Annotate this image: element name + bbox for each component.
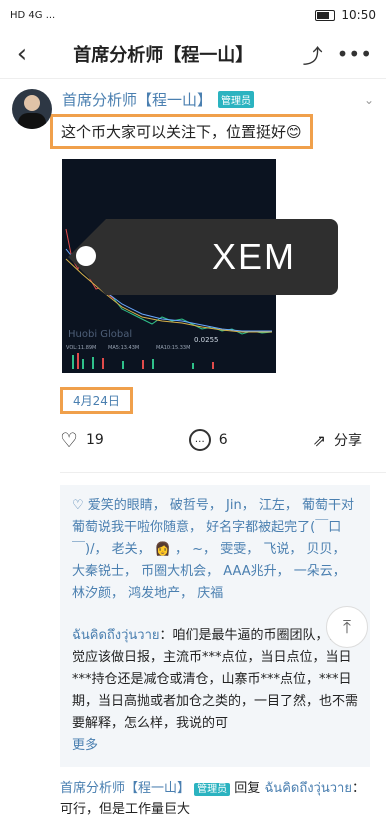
reply-item: 首席分析师【程一山】 管理员 回复 ฉันคิดถึงวุ่นวาย：可行，但是…: [60, 767, 370, 820]
nav-bar: ‹ 首席分析师【程一山】 ⤴ •••: [0, 30, 386, 79]
chart-price: 0.0255: [194, 336, 219, 344]
comment-text: ：咱们是最牛逼的币圈团队，我感觉应该做日报，主流币***点位，当日点位，当日**…: [72, 628, 359, 731]
likes-text[interactable]: 爱笑的眼睛， 破哲号， Jin， 江左， 葡萄干对葡萄说我干啦你随意， 好名字都…: [72, 498, 354, 601]
likes-list: ♡ 爱笑的眼睛， 破哲号， Jin， 江左， 葡萄干对葡萄说我干啦你随意， 好名…: [60, 485, 370, 615]
reply-admin-badge: 管理员: [194, 783, 231, 796]
chart-ma10: MA10:15.33M: [156, 345, 190, 351]
xem-label: XEM: [211, 236, 296, 277]
status-bar: HD 4G ... 10:50: [0, 0, 386, 30]
more-icon[interactable]: •••: [337, 42, 372, 66]
admin-badge: 管理员: [218, 91, 255, 108]
post-text: 这个币大家可以关注下，位置挺好😊: [50, 114, 313, 149]
share-icon[interactable]: ⤴: [303, 40, 323, 69]
arrow-up-icon: ⤒: [343, 616, 351, 638]
comment-icon: …: [188, 429, 211, 451]
reply-author[interactable]: 首席分析师【程一山】: [60, 781, 190, 796]
like-count: 19: [85, 432, 104, 448]
divider: [60, 472, 386, 473]
comment-user[interactable]: ฉันคิดถึงวุ่นวาย: [72, 628, 160, 643]
avatar[interactable]: [12, 89, 52, 129]
status-right: 10:50: [315, 8, 376, 22]
heart-icon: ♡: [60, 428, 78, 452]
share-label: 分享: [334, 433, 362, 449]
chevron-down-icon[interactable]: ⌄: [364, 93, 374, 107]
post-date: 4月24日: [60, 387, 133, 414]
status-icons: HD 4G ...: [10, 9, 56, 21]
scroll-top-button[interactable]: ⤒: [326, 606, 368, 648]
xem-overlay: XEM: [68, 219, 338, 295]
comment-count: 6: [218, 432, 228, 448]
reply-verb: 回复: [234, 781, 261, 796]
status-time: 10:50: [341, 8, 376, 22]
comment-item: ฉันคิดถึงวุ่นวาย：咱们是最牛逼的币圈团队，我感觉应该做日报，主流…: [60, 615, 370, 767]
status-left: HD 4G ...: [10, 10, 55, 21]
battery-icon: [315, 9, 336, 21]
author-line: 首席分析师【程一山】 管理员: [62, 89, 374, 110]
comment-button[interactable]: … 6: [188, 429, 228, 451]
page-title: 首席分析师【程一山】: [73, 45, 254, 66]
like-button[interactable]: ♡ 19: [60, 428, 104, 452]
reply-to-user[interactable]: ฉันคิดถึงวุ่นวาย: [264, 781, 352, 796]
more-link[interactable]: 更多: [72, 735, 358, 757]
nav-actions: ⤴ •••: [303, 40, 386, 69]
heart-small-icon: ♡: [72, 498, 88, 513]
share-arrow-icon: ⇗: [312, 430, 326, 450]
post-actions: ♡ 19 … 6 ⇗ 分享: [0, 414, 386, 452]
overlay-dot: [76, 246, 96, 266]
author-name[interactable]: 首席分析师【程一山】: [62, 89, 212, 110]
chart-watermark: Huobi Global: [68, 329, 132, 340]
share-button[interactable]: ⇗ 分享: [313, 430, 362, 450]
chart-vol: VOL:11.89M: [66, 345, 96, 351]
chart-ma5: MA5:13.43M: [108, 345, 139, 351]
